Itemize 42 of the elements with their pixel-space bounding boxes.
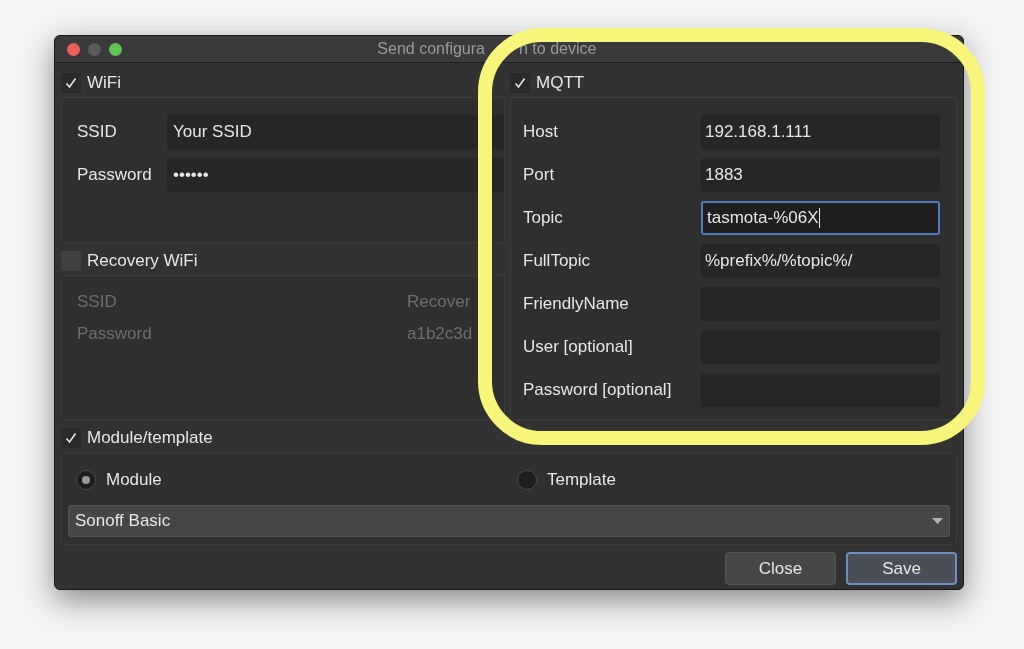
field-label: SSID (77, 291, 118, 314)
checkmark-icon (514, 76, 526, 89)
maximize-window-icon[interactable] (109, 43, 122, 56)
input-field: a1b2c3d (407, 321, 473, 347)
group-title: MQTT (536, 71, 585, 94)
input-field: Recover (407, 289, 471, 315)
checkbox[interactable] (61, 72, 81, 93)
checkbox[interactable] (61, 427, 81, 448)
radio-button[interactable] (76, 469, 96, 490)
field-label: Password (77, 164, 153, 187)
field-label: Host (523, 121, 559, 144)
input-field[interactable]: %prefix%/%topic%/ (701, 244, 940, 278)
field-label: Port (523, 164, 556, 187)
checkmark-icon (65, 431, 77, 444)
field-label: SSID (77, 121, 118, 144)
radio-button[interactable] (517, 469, 537, 490)
radio-label: Template (547, 469, 616, 491)
window-title: n to device (519, 39, 597, 59)
radio-label: Module (106, 469, 162, 491)
input-field[interactable]: tasmota-%06X (701, 201, 940, 235)
field-label: Topic (523, 207, 564, 230)
field-label: Password (77, 323, 153, 346)
close-window-icon[interactable] (67, 43, 80, 56)
input-field[interactable]: 192.168.1.111 (701, 115, 940, 149)
text-cursor-icon (818, 208, 820, 228)
field-label: Password [optional] (523, 379, 673, 402)
checkbox[interactable] (510, 72, 530, 93)
input-field[interactable]: 1883 (701, 158, 940, 192)
dialog-button[interactable]: Save (846, 552, 957, 585)
group-title: WiFi (87, 71, 121, 94)
group-title: Module/template (87, 426, 213, 449)
field-label: User [optional] (523, 336, 634, 359)
group-title: Recovery WiFi (87, 249, 198, 272)
input-field[interactable]: •••••• (167, 158, 504, 192)
dropdown-caret-icon (932, 517, 943, 524)
field-label: FriendlyName (523, 293, 630, 316)
module-dropdown[interactable]: Sonoff Basic (68, 504, 950, 537)
window-title: Send configura (377, 39, 485, 59)
dialog-button[interactable]: Close (725, 552, 836, 585)
checkmark-icon (65, 76, 77, 89)
field-label: FullTopic (523, 250, 592, 273)
input-field[interactable]: Your SSID (167, 115, 504, 149)
